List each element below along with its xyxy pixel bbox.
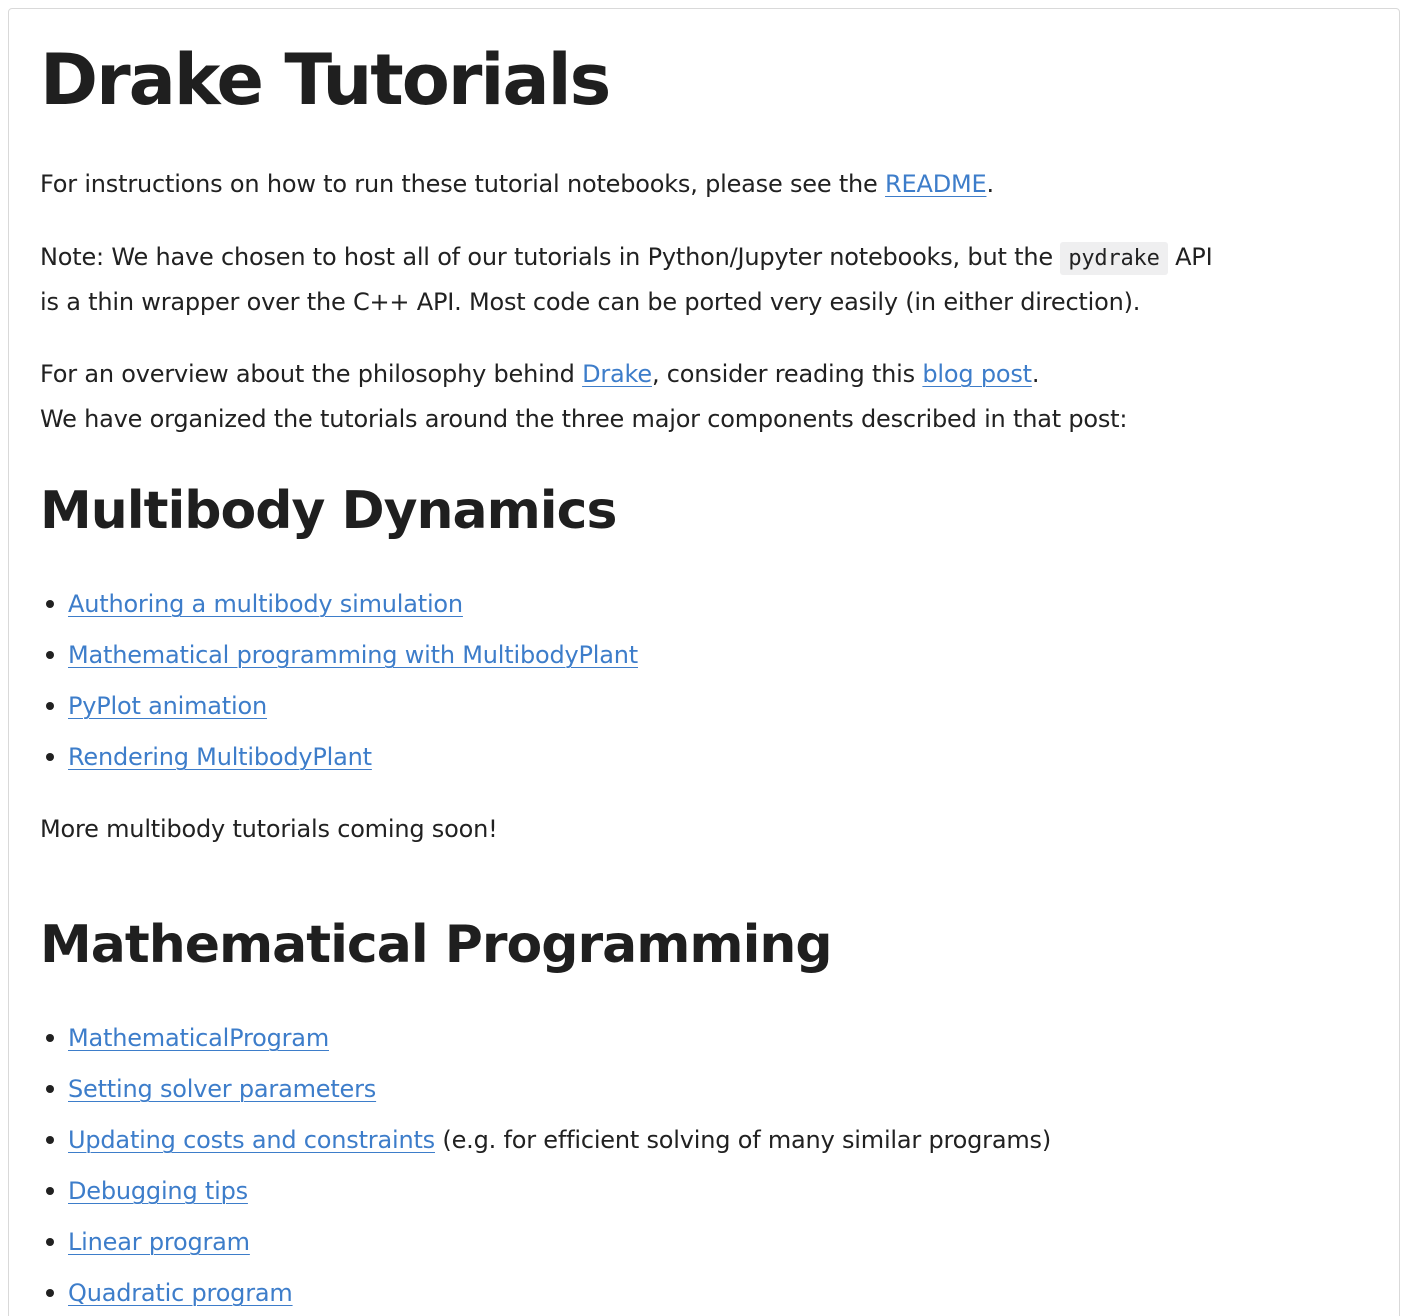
item-note: (e.g. for efficient solving of many simi… [434,1126,1051,1154]
mathprog-tutorial-link[interactable]: MathematicalProgram [68,1024,329,1052]
list-item: Rendering MultibodyPlant [46,732,638,783]
list-item: Quadratic program [46,1268,1051,1316]
bullet-icon [46,1289,54,1297]
list-item: Setting solver parameters [46,1064,1051,1115]
readme-text: For instructions on how to run these tut… [40,170,886,198]
overview-middle-text: , consider reading this [651,360,923,388]
note-paragraph-line2: is a thin wrapper over the C++ API. Most… [40,288,1141,316]
overview-text: For an overview about the philosophy beh… [40,360,583,388]
mathprog-tutorial-link[interactable]: Quadratic program [68,1279,293,1307]
multibody-tutorial-link[interactable]: Mathematical programming with MultibodyP… [68,641,638,669]
readme-paragraph: For instructions on how to run these tut… [40,162,994,207]
bullet-icon [46,1034,54,1042]
note-paragraph-line1: Note: We have chosen to host all of our … [40,235,1213,281]
pydrake-code: pydrake [1060,242,1168,275]
drake-link[interactable]: Drake [582,360,652,388]
blog-post-link[interactable]: blog post [922,360,1032,388]
multibody-tutorial-link[interactable]: Authoring a multibody simulation [68,590,463,618]
bullet-icon [46,1136,54,1144]
mathprog-heading: Mathematical Programming [40,915,833,975]
mathprog-list: MathematicalProgram Setting solver param… [46,1013,1051,1316]
multibody-list: Authoring a multibody simulation Mathema… [46,579,638,783]
mathprog-tutorial-link[interactable]: Linear program [68,1228,250,1256]
multibody-heading: Multibody Dynamics [40,481,617,541]
note-text: Note: We have chosen to host all of our … [40,243,1061,271]
multibody-footer-text: More multibody tutorials coming soon! [40,815,498,843]
mathprog-tutorial-link[interactable]: Setting solver parameters [68,1075,376,1103]
readme-link[interactable]: README [885,170,987,198]
bullet-icon [46,651,54,659]
list-item: Updating costs and constraints (e.g. for… [46,1115,1051,1166]
list-item: Authoring a multibody simulation [46,579,638,630]
bullet-icon [46,1085,54,1093]
note-api-text: API [1167,243,1213,271]
list-item: Mathematical programming with MultibodyP… [46,630,638,681]
multibody-tutorial-link[interactable]: PyPlot animation [68,692,267,720]
overview-paragraph-line2: We have organized the tutorials around t… [40,405,1128,433]
list-item: MathematicalProgram [46,1013,1051,1064]
mathprog-tutorial-link[interactable]: Debugging tips [68,1177,248,1205]
bullet-icon [46,600,54,608]
readme-suffix: . [986,170,994,198]
bullet-icon [46,702,54,710]
bullet-icon [46,753,54,761]
overview-paragraph-line1: For an overview about the philosophy beh… [40,352,1040,397]
list-item: PyPlot animation [46,681,638,732]
list-item: Debugging tips [46,1166,1051,1217]
multibody-tutorial-link[interactable]: Rendering MultibodyPlant [68,743,372,771]
mathprog-tutorial-link[interactable]: Updating costs and constraints [68,1126,435,1154]
page-title: Drake Tutorials [40,39,611,121]
bullet-icon [46,1187,54,1195]
bullet-icon [46,1238,54,1246]
overview-suffix: . [1031,360,1040,388]
list-item: Linear program [46,1217,1051,1268]
